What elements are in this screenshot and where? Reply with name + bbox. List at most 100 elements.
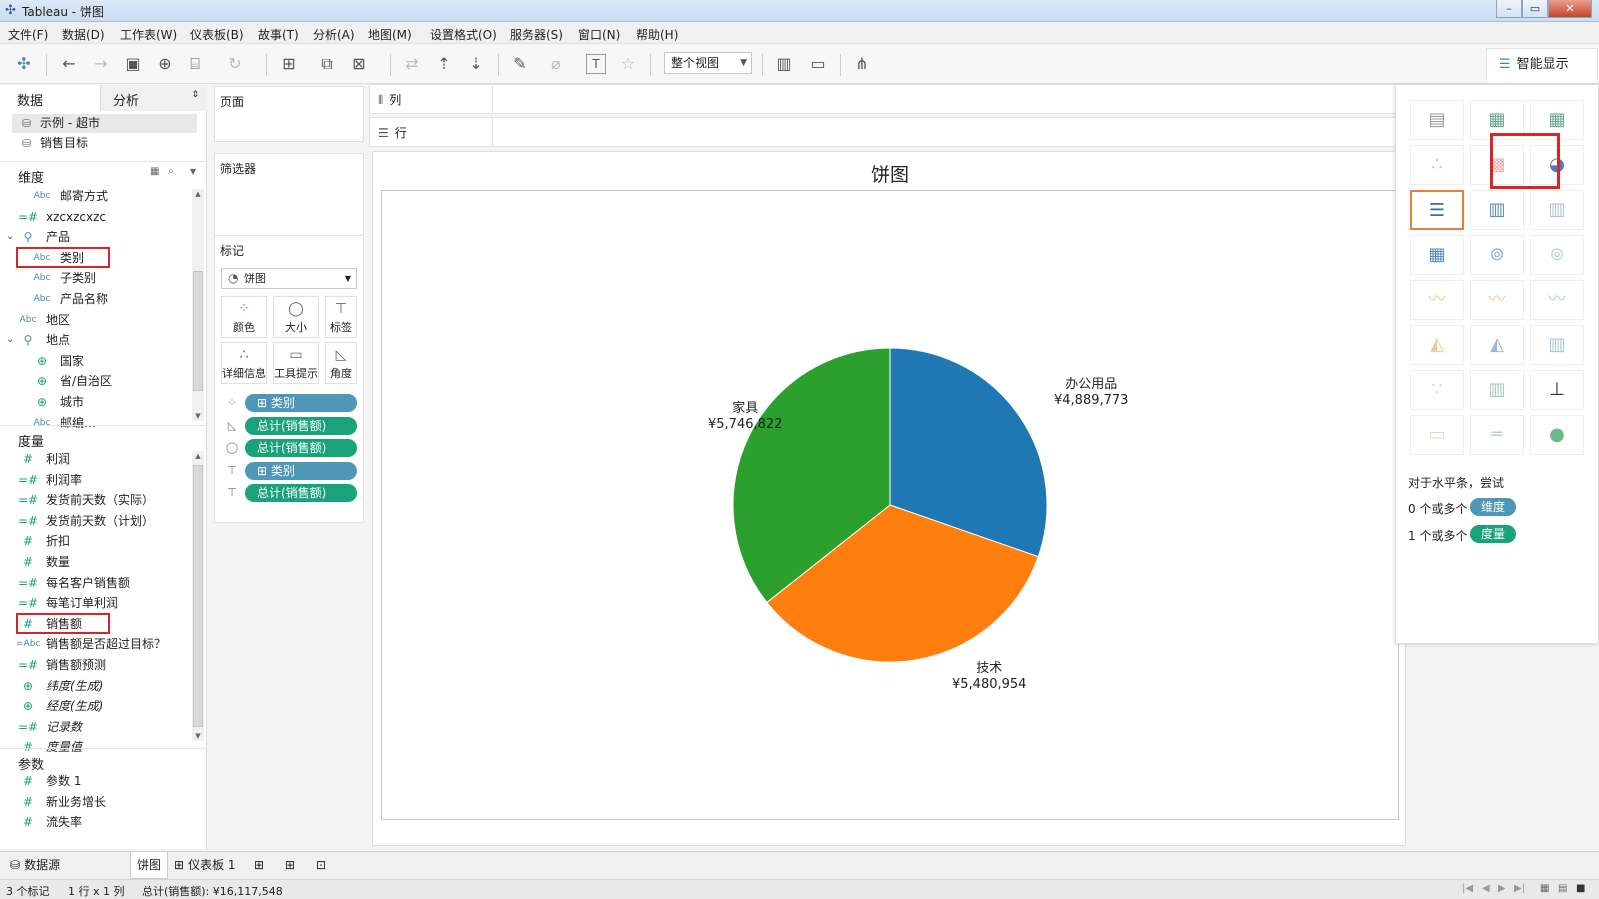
fit-select[interactable]: 整个视图 ▼	[664, 52, 752, 74]
expand-caret-icon[interactable]: ⌄	[6, 330, 14, 350]
filmstrip-icon[interactable]: ▦	[1540, 883, 1549, 894]
field-item[interactable]: =# 每名客户销售额	[0, 573, 190, 593]
scatter-plot-thumbnail[interactable]: ∵	[1410, 370, 1464, 410]
marks-pill[interactable]: ⊞ 类别	[245, 461, 357, 480]
pause-updates-icon[interactable]: ⌸	[183, 52, 207, 76]
stacked-bar-thumbnail[interactable]: ▥	[1470, 190, 1524, 230]
text-table-thumbnail[interactable]: ▤	[1410, 100, 1464, 140]
area-discrete-thumbnail[interactable]: ◭	[1470, 325, 1524, 365]
menu-story[interactable]: 故事(T)	[258, 26, 299, 43]
menu-help[interactable]: 帮助(H)	[636, 26, 678, 43]
treemap-thumbnail[interactable]: ▦	[1410, 235, 1464, 275]
tooltip-button[interactable]: ▭ 工具提示	[273, 342, 319, 384]
field-item[interactable]: Abc 产品名称	[0, 289, 190, 309]
swap-icon[interactable]: ⇄	[400, 52, 424, 76]
label-button[interactable]: ⊤ 标签	[325, 296, 357, 338]
presentation-mode-icon[interactable]: ▭	[806, 52, 830, 76]
tab-analytics[interactable]: 分析 ⇕	[100, 85, 207, 111]
tab-datasource[interactable]: ⛁ 数据源	[4, 852, 66, 879]
menu-server[interactable]: 服务器(S)	[510, 26, 563, 43]
menu-analysis[interactable]: 分析(A)	[313, 26, 355, 43]
field-item[interactable]: ⊕ 省/自治区	[0, 371, 190, 391]
horizontal-bar-thumbnail[interactable]: ☰	[1410, 190, 1464, 230]
field-item[interactable]: ⊕ 国家	[0, 351, 190, 371]
show-me-button[interactable]: ☰ 智能显示	[1486, 48, 1598, 82]
columns-shelf[interactable]: ⦀ 列	[369, 84, 1402, 114]
menu-window[interactable]: 窗口(N)	[578, 26, 620, 43]
field-item[interactable]: Abc 邮寄方式	[0, 186, 190, 206]
field-item[interactable]: Abc 地区	[0, 310, 190, 330]
menu-icon[interactable]: ▼	[190, 167, 196, 176]
refresh-icon[interactable]: ↻	[223, 52, 247, 76]
save-icon[interactable]: ▣	[121, 52, 145, 76]
field-item[interactable]: =# 发货前天数（实际）	[0, 490, 190, 510]
dual-combination-thumbnail[interactable]: ▥	[1530, 325, 1584, 365]
datasource-item[interactable]: ⛁ 销售目标	[12, 134, 197, 153]
minimize-button[interactable]: –	[1496, 0, 1522, 18]
close-button[interactable]: ✕	[1548, 0, 1592, 18]
marks-pill[interactable]: 总计(销售额)	[245, 484, 357, 502]
tab-data[interactable]: 数据	[0, 85, 100, 111]
tab-pie-sheet[interactable]: 饼图	[130, 852, 169, 879]
menu-dashboard[interactable]: 仪表板(B)	[190, 26, 244, 43]
field-item[interactable]: =# 销售额预测	[0, 655, 190, 675]
sort-descending-icon[interactable]: ⇣	[464, 52, 488, 76]
new-story-tab-icon[interactable]: ⊡	[310, 852, 332, 879]
maximize-button[interactable]: ▭	[1522, 0, 1548, 18]
grid-icon[interactable]: ■	[1576, 883, 1585, 894]
expand-caret-icon[interactable]: ⌄	[6, 227, 14, 247]
menu-file[interactable]: 文件(F)	[8, 26, 48, 43]
first-sheet-icon[interactable]: |◀	[1462, 883, 1473, 894]
group-icon[interactable]: ⌀	[544, 52, 568, 76]
color-button[interactable]: ⁘ 颜色	[221, 296, 267, 338]
measures-scrollbar[interactable]: ▲ ▼	[192, 451, 204, 741]
next-sheet-icon[interactable]: ▶	[1498, 883, 1506, 894]
cards-toggle-icon[interactable]: ▥	[772, 52, 796, 76]
size-button[interactable]: ◯ 大小	[273, 296, 319, 338]
side-by-side-circle-thumbnail[interactable]: ⊚	[1530, 235, 1584, 275]
search-icon[interactable]: ⌕	[168, 166, 174, 177]
marks-pill[interactable]: ⊞ 类别	[245, 394, 357, 412]
area-continuous-thumbnail[interactable]: ◭	[1410, 325, 1464, 365]
field-item[interactable]: ⊕ 纬度(生成)	[0, 676, 190, 696]
packed-bubbles-thumbnail[interactable]: ●	[1530, 415, 1584, 455]
duplicate-sheet-icon[interactable]: ⧉	[315, 52, 339, 76]
pages-card[interactable]: 页面	[214, 86, 364, 142]
rows-shelf[interactable]: ☰ 行	[369, 117, 1402, 147]
field-item[interactable]: Abc 子类别	[0, 268, 190, 288]
new-datasource-icon[interactable]: ⊕	[153, 52, 177, 76]
menu-format[interactable]: 设置格式(O)	[430, 26, 497, 43]
new-worksheet-tab-icon[interactable]: ⊞	[248, 852, 270, 879]
marks-pill[interactable]: 总计(销售额)	[245, 439, 357, 457]
field-item[interactable]: =Abc 销售额是否超过目标？	[0, 634, 190, 654]
view-title[interactable]: 饼图	[373, 160, 1407, 187]
field-item[interactable]: =# 记录数	[0, 717, 190, 737]
bullet-graph-thumbnail[interactable]: ═	[1470, 415, 1524, 455]
side-by-side-bar-thumbnail[interactable]: ▥	[1530, 190, 1584, 230]
field-item[interactable]: # 新业务增长	[0, 792, 190, 812]
prev-sheet-icon[interactable]: ◀	[1482, 883, 1490, 894]
field-item[interactable]: ⌄ ⚲ 产品	[0, 227, 190, 247]
fix-axes-icon[interactable]: ☆	[616, 52, 640, 76]
marks-pill[interactable]: 总计(销售额)	[245, 416, 357, 435]
field-item[interactable]: =# 每笔订单利润	[0, 593, 190, 613]
mark-type-select[interactable]: ◔ 饼图 ▼	[221, 268, 357, 289]
histogram-thumbnail[interactable]: ▥	[1470, 370, 1524, 410]
box-whisker-thumbnail[interactable]: ⊥	[1530, 370, 1584, 410]
datasource-item[interactable]: ⛁ 示例 - 超市	[12, 114, 197, 133]
field-item[interactable]: # 参数 1	[0, 771, 190, 791]
field-item[interactable]: ⊕ 城市	[0, 392, 190, 412]
field-item[interactable]: # 利润	[0, 449, 190, 469]
new-dashboard-tab-icon[interactable]: ⊞	[279, 852, 301, 879]
tableau-icon[interactable]: ✣	[12, 52, 36, 76]
menu-worksheet[interactable]: 工作表(W)	[120, 26, 177, 43]
redo-icon[interactable]: →	[89, 52, 113, 76]
line-discrete-thumbnail[interactable]: 〰	[1470, 280, 1524, 320]
line-continuous-thumbnail[interactable]: 〰	[1410, 280, 1464, 320]
tab-dashboard[interactable]: ⊞ 仪表板 1	[168, 852, 242, 879]
share-icon[interactable]: ⋔	[850, 52, 874, 76]
field-item[interactable]: =# 利润率	[0, 470, 190, 490]
highlight-icon[interactable]: ✎	[508, 52, 532, 76]
angle-button[interactable]: ◺ 角度	[325, 342, 357, 384]
dimensions-scrollbar[interactable]: ▲ ▼	[192, 189, 204, 421]
